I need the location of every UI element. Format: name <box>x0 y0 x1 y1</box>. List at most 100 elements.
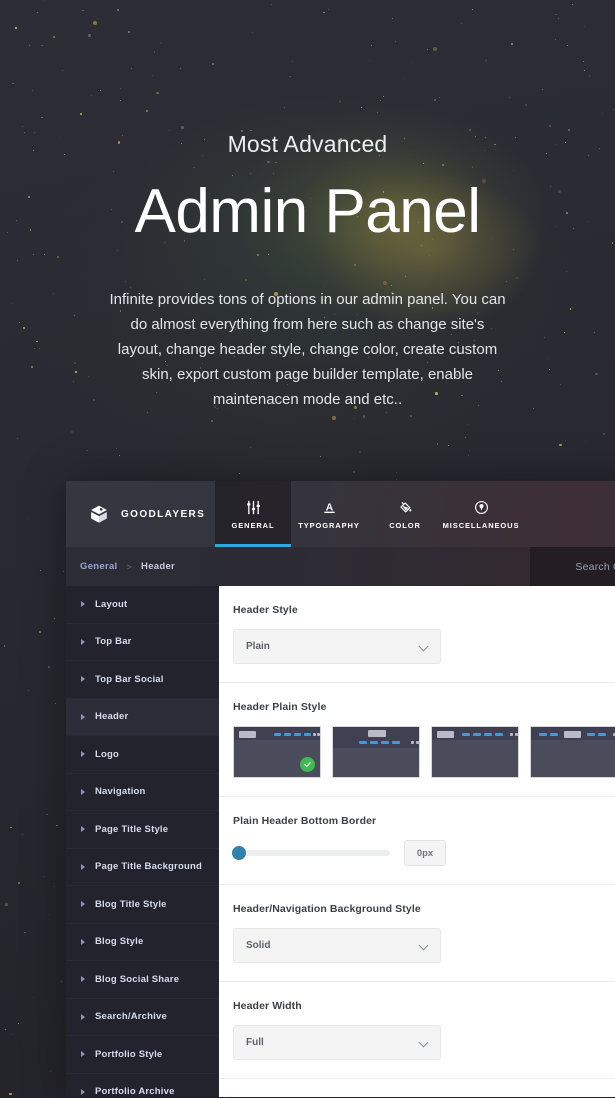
section-header-nav-background-style: Header/Navigation Background Style Solid <box>219 885 615 982</box>
sidebar-item-blog-title-style[interactable]: Blog Title Style <box>66 886 219 924</box>
sidebar-item-portfolio-archive[interactable]: Portfolio Archive <box>66 1074 219 1097</box>
sidebar-item-navigation[interactable]: Navigation <box>66 774 219 811</box>
panel-body: Layout Top Bar Top Bar Social Header Logo Nav… <box>66 586 615 1097</box>
chevron-right-icon <box>81 901 85 908</box>
brand: GOODLAYERS <box>66 481 215 547</box>
breadcrumb-separator: > <box>126 561 133 572</box>
sidebar-item-top-bar[interactable]: Top Bar <box>66 624 219 661</box>
brand-name: GOODLAYERS <box>121 508 206 520</box>
paint-bucket-icon <box>398 499 413 515</box>
chevron-right-icon <box>81 863 85 870</box>
header-plain-style-option-0[interactable] <box>233 726 321 778</box>
compass-pin-icon <box>474 499 489 515</box>
check-circle-icon <box>300 757 315 772</box>
border-slider-track[interactable] <box>232 846 390 860</box>
header-plain-style-option-1[interactable] <box>332 726 420 778</box>
sidebar-item-label: Page Title Style <box>95 823 169 835</box>
sliders-icon <box>246 499 261 515</box>
section-header-nav-background-style-title: Header/Navigation Background Style <box>233 903 421 915</box>
header-plain-style-option-2[interactable] <box>431 726 519 778</box>
header-nav-background-style-value: Solid <box>246 940 271 951</box>
sidebar-item-header[interactable]: Header <box>66 698 219 736</box>
sidebar-item-label: Top Bar <box>95 636 132 648</box>
section-plain-header-bottom-border: Plain Header Bottom Border 0px <box>219 797 615 885</box>
chevron-right-icon <box>81 751 85 758</box>
tab-miscellaneous-label: MISCELLANEOUS <box>442 520 520 530</box>
tab-typography[interactable]: A TYPOGRAPHY <box>291 481 367 547</box>
sidebar-item-label: Blog Style <box>95 936 144 948</box>
hero-description: Infinite provides tons of options in our… <box>109 290 506 408</box>
chevron-right-icon <box>81 676 85 683</box>
tab-general[interactable]: GENERAL <box>215 481 291 547</box>
chevron-down-icon <box>419 1038 428 1047</box>
header-width-value: Full <box>246 1037 264 1048</box>
header-nav-background-style-select[interactable]: Solid <box>233 928 441 963</box>
sidebar-item-label: Top Bar Social <box>95 673 164 685</box>
sidebar-item-label: Layout <box>95 598 128 610</box>
panel-tabs: GENERAL A TYPOGRAPHY COLOR MISCELLANEOUS <box>215 481 519 547</box>
search-options-input[interactable]: Search Options <box>530 547 615 586</box>
sidebar-item-label: Blog Title Style <box>95 898 167 910</box>
sidebar-item-page-title-background[interactable]: Page Title Background <box>66 849 219 886</box>
tab-miscellaneous[interactable]: MISCELLANEOUS <box>443 481 519 547</box>
chevron-right-icon <box>81 713 85 720</box>
chevron-down-icon <box>419 941 428 950</box>
hero-section: Most Advanced Admin Panel Infinite provi… <box>0 0 615 412</box>
section-plain-header-bottom-border-title: Plain Header Bottom Border <box>233 815 377 827</box>
sidebar-item-top-bar-social[interactable]: Top Bar Social <box>66 661 219 699</box>
letter-a-icon: A <box>322 499 337 515</box>
section-header-width: Header Width Full <box>219 982 615 1079</box>
settings-content: Header Style Plain Header Plain Style Pl… <box>219 586 615 1097</box>
sidebar-item-blog-style[interactable]: Blog Style <box>66 924 219 961</box>
sidebar-item-label: Portfolio Archive <box>95 1086 175 1097</box>
chevron-right-icon <box>81 976 85 983</box>
border-slider-row: 0px <box>232 840 615 866</box>
border-slider-value[interactable]: 0px <box>404 840 446 866</box>
section-header-style-title: Header Style <box>233 604 298 616</box>
sidebar-item-blog-social-share[interactable]: Blog Social Share <box>66 961 219 999</box>
hero-title: Admin Panel <box>134 176 481 246</box>
border-slider-knob[interactable] <box>232 846 246 860</box>
sidebar-item-page-title-style[interactable]: Page Title Style <box>66 811 219 849</box>
header-style-value: Plain <box>246 641 270 652</box>
sidebar-item-logo[interactable]: Logo <box>66 736 219 774</box>
sidebar-item-label: Blog Social Share <box>95 973 180 985</box>
cube-logo-icon <box>88 503 110 525</box>
section-header-style: Header Style Plain <box>219 586 615 683</box>
header-plain-style-option-3[interactable] <box>530 726 615 778</box>
sidebar-item-label: Search/Archive <box>95 1011 167 1023</box>
sidebar-item-label: Navigation <box>95 786 146 798</box>
sidebar-item-label: Page Title Background <box>95 861 202 873</box>
sidebar-item-search-archive[interactable]: Search/Archive <box>66 999 219 1036</box>
chevron-right-icon <box>81 788 85 795</box>
chevron-right-icon <box>81 1013 85 1020</box>
breadcrumb-root[interactable]: General <box>80 561 117 572</box>
chevron-right-icon <box>81 826 85 833</box>
sidebar-item-layout[interactable]: Layout <box>66 586 219 624</box>
section-header-width-title: Header Width <box>233 1000 302 1012</box>
chevron-right-icon <box>81 601 85 608</box>
settings-sidebar: Layout Top Bar Top Bar Social Header Logo Nav… <box>66 586 219 1097</box>
sidebar-item-label: Header <box>95 711 129 723</box>
tab-color[interactable]: COLOR <box>367 481 443 547</box>
panel-topbar: GOODLAYERS GENERAL A TYPOGRAPHY COLOR MI… <box>66 481 615 547</box>
header-plain-style-options <box>233 726 615 778</box>
admin-panel-window: GOODLAYERS GENERAL A TYPOGRAPHY COLOR MI… <box>66 481 615 1097</box>
chevron-right-icon <box>81 938 85 945</box>
chevron-right-icon <box>81 1088 85 1095</box>
sidebar-item-label: Portfolio Style <box>95 1048 163 1060</box>
tab-general-label: GENERAL <box>231 520 275 530</box>
tab-typography-label: TYPOGRAPHY <box>298 520 360 530</box>
chevron-down-icon <box>419 642 428 651</box>
chevron-right-icon <box>81 638 85 645</box>
hero-subtitle: Most Advanced <box>227 131 388 157</box>
tab-color-label: COLOR <box>389 520 421 530</box>
chevron-right-icon <box>81 1051 85 1058</box>
sidebar-item-portfolio-style[interactable]: Portfolio Style <box>66 1036 219 1074</box>
header-width-select[interactable]: Full <box>233 1025 441 1060</box>
breadcrumb: General > Header <box>66 561 175 572</box>
section-header-plain-style: Header Plain Style <box>219 683 615 797</box>
breadcrumb-current: Header <box>141 561 176 572</box>
header-style-select[interactable]: Plain <box>233 629 441 664</box>
section-header-plain-style-title: Header Plain Style <box>233 701 327 713</box>
